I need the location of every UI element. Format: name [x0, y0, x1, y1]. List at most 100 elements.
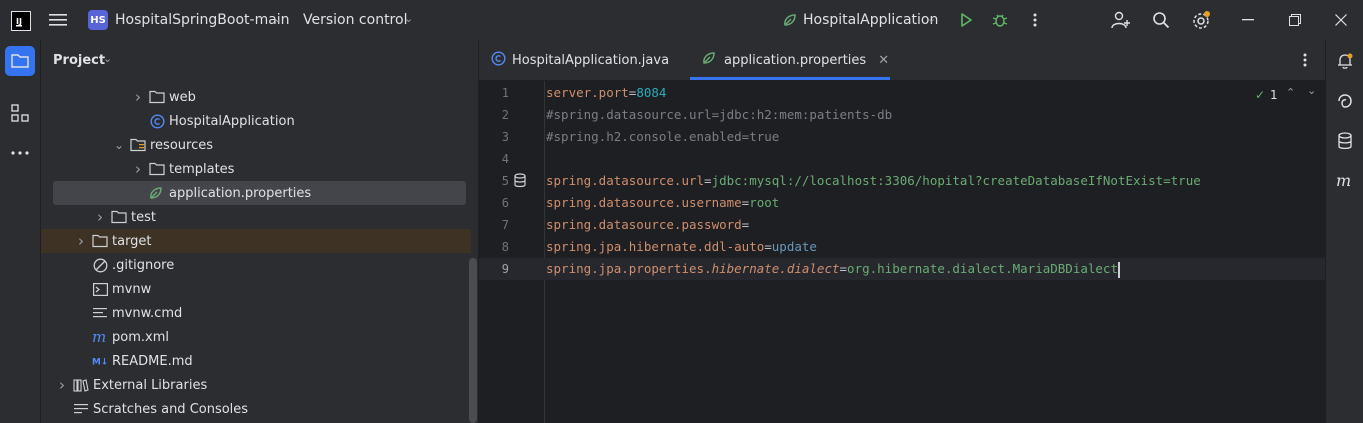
chevron-down-icon: ⌄ — [404, 12, 414, 25]
check-icon: ✓ — [1255, 88, 1266, 102]
equals-sign: = — [704, 173, 712, 188]
panel-title: Project — [53, 53, 106, 68]
project-badge: HS — [88, 10, 108, 30]
project-panel-header[interactable]: Project ⌄ — [41, 40, 478, 80]
close-window-icon[interactable] — [1331, 10, 1351, 30]
chevron-right-icon[interactable]: › — [131, 160, 145, 178]
tree-item-label: External Libraries — [93, 377, 208, 393]
property-value: jdbc:mysql://localhost:3306/hopital?crea… — [711, 173, 1201, 188]
comment-text: #spring.h2.console.enabled=true — [546, 129, 780, 144]
add-user-icon[interactable] — [1110, 10, 1132, 30]
tab-label: HospitalApplication.java — [512, 52, 670, 68]
property-value: org.hibernate.dialect.MariaDBDialect — [847, 261, 1118, 276]
restore-icon[interactable] — [1285, 10, 1305, 30]
tree-item-label: resources — [150, 137, 214, 153]
minimize-icon[interactable] — [1238, 10, 1258, 30]
project-widget[interactable]: HS HospitalSpringBoot-main ⌄ — [88, 8, 290, 32]
gitignore-icon — [92, 257, 108, 273]
run-icon[interactable] — [956, 10, 976, 30]
chevron-right-icon[interactable]: › — [131, 88, 145, 106]
tab-hospital-application[interactable]: HospitalApplication.java — [491, 40, 669, 80]
tree-item[interactable]: application.properties — [53, 181, 466, 205]
chevron-down-icon[interactable]: ⌄ — [112, 138, 126, 152]
maven-icon[interactable]: m — [1334, 170, 1356, 192]
vcs-widget[interactable]: Version control ⌄ — [303, 8, 418, 32]
more-actions-icon[interactable] — [1025, 10, 1045, 30]
maven-icon: m — [92, 329, 108, 345]
property-key: spring.jpa.properties. — [546, 261, 712, 276]
tree-item[interactable]: HospitalApplication — [41, 109, 471, 133]
more-tools-icon[interactable] — [9, 142, 31, 164]
chevron-right-icon[interactable]: › — [74, 232, 88, 250]
app-logo-icon[interactable]: IJ — [11, 11, 31, 31]
svg-text:M↓: M↓ — [92, 358, 108, 367]
close-tab-icon[interactable]: ✕ — [878, 53, 889, 68]
tree-item-label: mvnw.cmd — [112, 305, 183, 321]
chevron-right-icon[interactable]: › — [55, 376, 69, 394]
tree-item[interactable]: mvnw.cmd — [41, 301, 471, 325]
gear-icon[interactable] — [1190, 9, 1212, 31]
line-number: 7 — [501, 218, 509, 232]
left-tool-strip — [0, 40, 41, 423]
database-gutter-icon[interactable] — [513, 173, 527, 192]
scrollbar[interactable] — [469, 258, 477, 423]
search-icon[interactable] — [1151, 10, 1171, 30]
terminal-file-icon — [92, 281, 108, 297]
tree-item[interactable]: m pom.xml — [41, 325, 471, 349]
chevron-up-icon[interactable]: ⌃ — [1286, 86, 1295, 99]
tree-item[interactable]: › test — [41, 205, 471, 229]
line-number: 8 — [501, 240, 509, 254]
line-number: 2 — [501, 108, 509, 122]
debug-icon[interactable] — [990, 10, 1010, 30]
text-cursor — [1117, 261, 1120, 278]
tab-options-icon[interactable] — [1297, 52, 1313, 68]
tree-item-label: templates — [169, 161, 235, 177]
equals-sign: = — [839, 261, 848, 276]
chevron-right-icon[interactable]: › — [93, 208, 107, 226]
tree-item-label: pom.xml — [112, 329, 169, 345]
ai-assistant-icon[interactable] — [1334, 90, 1356, 112]
property-key: spring.datasource.password — [546, 217, 742, 232]
tree-item[interactable]: Scratches and Consoles — [41, 397, 471, 421]
spring-boot-icon — [782, 12, 798, 32]
resources-folder-icon — [130, 137, 146, 153]
tree-item[interactable]: › web — [41, 85, 471, 109]
line-number: 1 — [501, 86, 509, 100]
inspection-widget[interactable]: ✓ 1 ⌃ ⌄ — [1255, 84, 1316, 105]
folder-icon — [149, 161, 165, 177]
editor-tabs: HospitalApplication.java application.pro… — [479, 40, 1326, 81]
svg-text:IJ: IJ — [16, 17, 22, 26]
tree-item-label: web — [169, 89, 196, 105]
structure-tool-icon[interactable] — [9, 102, 31, 124]
property-key: server.port — [546, 85, 629, 100]
tree-item[interactable]: mvnw — [41, 277, 471, 301]
line-number: 6 — [501, 196, 509, 210]
notifications-icon[interactable] — [1334, 50, 1356, 72]
chevron-down-icon: ⌄ — [103, 52, 113, 65]
database-icon[interactable] — [1334, 130, 1356, 152]
project-tool-icon[interactable] — [5, 46, 35, 76]
spring-properties-icon — [149, 185, 165, 201]
right-tool-strip: m — [1325, 40, 1363, 423]
tree-item[interactable]: M↓ README.md — [41, 349, 471, 373]
project-panel: Project ⌄ › web HospitalApplication ⌄ resour… — [41, 40, 479, 423]
line-number: 4 — [501, 152, 509, 166]
tree-item[interactable]: › target — [41, 229, 471, 253]
tree-item-label: mvnw — [112, 281, 152, 297]
code-line: spring.datasource.username=root — [546, 192, 779, 214]
tree-item[interactable]: .gitignore — [41, 253, 471, 277]
tree-item[interactable]: › External Libraries — [41, 373, 471, 397]
tree-item-label: README.md — [112, 353, 193, 369]
chevron-down-icon[interactable]: ⌄ — [1307, 84, 1316, 97]
tree-item[interactable]: ⌄ resources — [41, 133, 471, 157]
vcs-label: Version control — [303, 12, 408, 28]
scratches-icon — [73, 401, 89, 417]
code-line: spring.datasource.password= — [546, 214, 749, 236]
main-menu-icon[interactable] — [48, 10, 68, 30]
chevron-down-icon: ⌄ — [273, 12, 283, 25]
tree-item[interactable]: › templates — [41, 157, 471, 181]
inspection-count: 1 — [1270, 88, 1278, 102]
line-number: 5 — [501, 174, 509, 188]
tab-application-properties[interactable]: application.properties ✕ — [690, 40, 890, 80]
run-config-widget[interactable]: HospitalApplication ⌄ — [782, 8, 942, 32]
